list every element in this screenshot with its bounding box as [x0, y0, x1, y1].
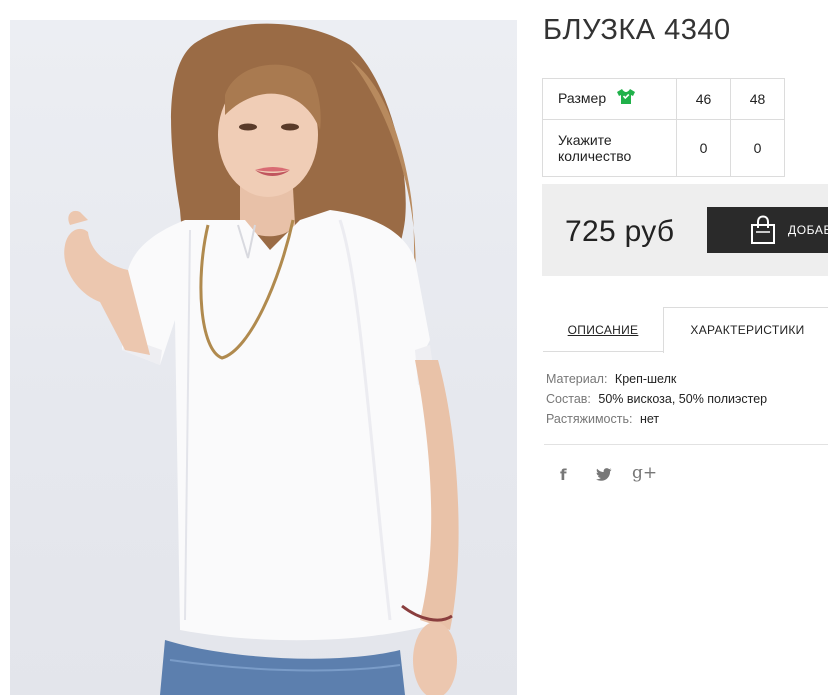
quantity-label-line1: Укажите: [558, 132, 612, 148]
quantity-46-input[interactable]: 0: [676, 119, 731, 177]
spec-value: 50% вискоза, 50% полиэстер: [598, 392, 768, 406]
spec-value: Креп-шелк: [614, 372, 677, 386]
quantity-48-input[interactable]: 0: [730, 119, 785, 177]
specs-list: Материал: Креп-шелк Состав: 50% вискоза,…: [546, 369, 767, 429]
size-46[interactable]: 46: [676, 78, 731, 120]
product-tabs: ОПИСАНИЕ ХАРАКТЕРИСТИКИ: [543, 307, 828, 353]
quantity-row: Укажите количество 0 0: [542, 119, 785, 177]
shirt-icon[interactable]: [616, 88, 636, 108]
shopping-bag-icon: [751, 215, 775, 244]
spec-key: Состав:: [546, 392, 591, 406]
spec-row-material: Материал: Креп-шелк: [546, 369, 767, 389]
add-to-cart-button[interactable]: ДОБАВ: [707, 207, 828, 253]
size-label: Размер: [558, 90, 607, 107]
buy-panel: 725 руб ДОБАВ: [542, 184, 828, 276]
spec-value: нет: [639, 412, 660, 426]
size-row: Размер 46 48: [542, 78, 785, 120]
product-title: БЛУЗКА 4340: [543, 14, 731, 46]
tab-characteristics[interactable]: ХАРАКТЕРИСТИКИ: [663, 307, 828, 353]
googleplus-icon[interactable]: g+: [632, 463, 657, 483]
product-photo[interactable]: [10, 20, 517, 695]
divider: [544, 444, 828, 445]
quantity-label-cell: Укажите количество: [542, 119, 677, 177]
size-table: Размер 46 48 Укажите количество 0 0: [542, 78, 785, 177]
spec-row-stretch: Растяжимость: нет: [546, 409, 767, 429]
price: 725 руб: [565, 215, 675, 248]
tab-description[interactable]: ОПИСАНИЕ: [543, 308, 663, 352]
facebook-icon[interactable]: f: [560, 466, 567, 484]
model-illustration: [64, 23, 459, 695]
add-to-cart-label: ДОБАВ: [788, 223, 828, 237]
size-label-cell: Размер: [542, 78, 677, 120]
spec-key: Растяжимость:: [546, 412, 633, 426]
spec-row-composition: Состав: 50% вискоза, 50% полиэстер: [546, 389, 767, 409]
twitter-icon[interactable]: [596, 468, 612, 485]
spec-key: Материал:: [546, 372, 608, 386]
quantity-label-line2: количество: [558, 148, 632, 164]
size-48[interactable]: 48: [730, 78, 785, 120]
